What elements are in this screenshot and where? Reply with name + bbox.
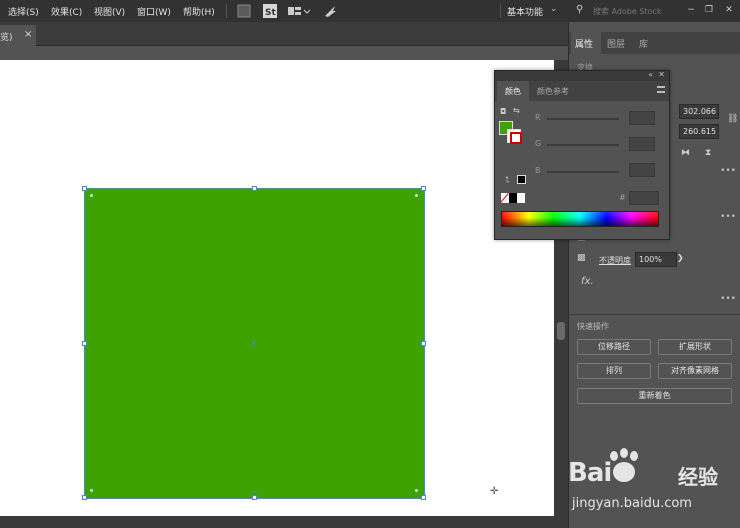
- resize-handle[interactable]: [82, 341, 87, 346]
- color-panel-tabs: 颜色 颜色参考: [495, 81, 669, 101]
- document-tab-bar: 览) ×: [0, 22, 568, 46]
- tab-color-guide[interactable]: 颜色参考: [537, 86, 569, 97]
- menu-separator: [226, 4, 227, 18]
- close-icon[interactable]: ×: [24, 29, 32, 40]
- resize-handle[interactable]: [252, 186, 257, 191]
- tab-color[interactable]: 颜色: [505, 86, 521, 97]
- menu-effect[interactable]: 效果(C): [51, 5, 82, 18]
- more-options-icon[interactable]: •••: [720, 166, 736, 176]
- hex-label: #: [619, 193, 626, 202]
- hex-field[interactable]: [629, 191, 659, 205]
- recolor-button[interactable]: 重新着色: [577, 388, 732, 404]
- default-colors-icon[interactable]: ◘: [500, 107, 506, 116]
- flip-horizontal-icon[interactable]: ⧓: [681, 148, 690, 158]
- status-bar: [0, 516, 568, 528]
- quick-actions-label: 快速操作: [577, 322, 609, 331]
- tab-libraries[interactable]: 库: [639, 37, 648, 50]
- minimize-icon[interactable]: −: [684, 4, 698, 17]
- green-slider[interactable]: [547, 144, 619, 146]
- more-options-icon[interactable]: •••: [720, 294, 736, 304]
- chevron-right-icon[interactable]: ❯: [677, 253, 684, 262]
- resize-handle[interactable]: [421, 186, 426, 191]
- flip-vertical-icon[interactable]: ⧗: [705, 148, 711, 158]
- color-panel-titlebar[interactable]: « ✕: [495, 70, 669, 81]
- divider: [569, 314, 740, 315]
- offset-path-button[interactable]: 位移路径: [577, 339, 651, 355]
- resize-handle[interactable]: [82, 186, 87, 191]
- color-panel[interactable]: « ✕ 颜色 颜色参考 ◘ ⇆ R G B ⮤ #: [494, 70, 670, 240]
- fx-button[interactable]: fx.: [581, 276, 594, 287]
- svg-text:St: St: [265, 8, 276, 18]
- resize-handle[interactable]: [421, 495, 426, 500]
- channel-label-g: G: [535, 139, 542, 148]
- resize-handle[interactable]: [82, 495, 87, 500]
- arrange-documents-icon[interactable]: [287, 3, 311, 19]
- black-swatch[interactable]: [509, 193, 517, 203]
- menu-bar: 选择(S) 效果(C) 视图(V) 窗口(W) 帮助(H) St 基本功能 ⌄ …: [0, 0, 740, 22]
- workspace-switcher[interactable]: 基本功能: [507, 5, 543, 18]
- red-value-field[interactable]: [629, 111, 655, 125]
- green-value-field[interactable]: [629, 137, 655, 151]
- crosshair-cursor-icon: ✛: [490, 486, 499, 497]
- close-icon[interactable]: ✕: [658, 70, 665, 79]
- bridge-icon[interactable]: [236, 3, 252, 19]
- channel-label-r: R: [535, 113, 541, 122]
- stock-search-input[interactable]: [593, 4, 673, 18]
- link-icon[interactable]: ⛓: [727, 114, 738, 124]
- menu-select[interactable]: 选择(S): [8, 5, 39, 18]
- black-swatch-small[interactable]: [517, 175, 526, 184]
- stroke-swatch[interactable]: [507, 129, 522, 144]
- opacity-label[interactable]: 不透明度: [599, 255, 631, 266]
- tab-layers[interactable]: 图层: [607, 37, 625, 50]
- chevron-down-icon[interactable]: ⌄: [550, 4, 558, 14]
- arrange-button[interactable]: 排列: [577, 363, 651, 379]
- opacity-icon: ▩: [577, 253, 586, 263]
- panel-menu-icon[interactable]: [657, 86, 665, 93]
- stock-icon[interactable]: St: [262, 3, 278, 19]
- collapse-icon[interactable]: «: [648, 70, 653, 79]
- none-swatch[interactable]: [501, 193, 509, 203]
- corner-widget[interactable]: [90, 194, 93, 197]
- opacity-field[interactable]: 100%: [635, 252, 677, 267]
- watermark-jingyan: 经验: [678, 465, 718, 489]
- tab-properties[interactable]: 属性: [575, 37, 593, 50]
- close-icon[interactable]: ✕: [722, 4, 736, 17]
- out-of-gamut-icon[interactable]: ⮤: [505, 175, 510, 185]
- stock-search[interactable]: ⚲: [573, 3, 677, 19]
- properties-panel-tabs: 属性 图层 库: [569, 32, 740, 54]
- watermark-brand: Bai: [568, 458, 612, 488]
- corner-widget[interactable]: [415, 489, 418, 492]
- baidu-jingyan-watermark: Bai 经验 jingyan.baidu.com: [566, 448, 736, 522]
- resize-handle[interactable]: [421, 341, 426, 346]
- blue-slider[interactable]: [547, 171, 619, 173]
- y-field[interactable]: 260.615: [679, 124, 719, 139]
- red-slider[interactable]: [547, 118, 619, 120]
- search-icon: ⚲: [576, 4, 584, 15]
- restore-icon[interactable]: ❐: [702, 4, 716, 17]
- center-point: [252, 342, 255, 345]
- white-swatch[interactable]: [517, 193, 525, 203]
- x-field[interactable]: 302.066: [679, 104, 719, 119]
- menu-separator: [500, 4, 501, 18]
- corner-widget[interactable]: [415, 194, 418, 197]
- align-pixel-grid-button[interactable]: 对齐像素网格: [658, 363, 732, 379]
- canvas-area[interactable]: ✛: [0, 46, 568, 518]
- channel-label-b: B: [535, 166, 541, 175]
- blue-value-field[interactable]: [629, 163, 655, 177]
- artboard[interactable]: [0, 60, 554, 516]
- color-spectrum[interactable]: [501, 211, 659, 227]
- menu-help[interactable]: 帮助(H): [183, 5, 215, 18]
- more-options-icon[interactable]: •••: [720, 212, 736, 222]
- menu-window[interactable]: 窗口(W): [137, 5, 171, 18]
- resize-handle[interactable]: [252, 495, 257, 500]
- document-tab[interactable]: 览) ×: [0, 25, 36, 46]
- swap-colors-icon[interactable]: ⇆: [513, 106, 520, 115]
- expand-shape-button[interactable]: 扩展形状: [658, 339, 732, 355]
- menu-view[interactable]: 视图(V): [94, 5, 125, 18]
- document-tab-title: 览): [0, 33, 13, 43]
- watermark-url: jingyan.baidu.com: [572, 496, 692, 511]
- corner-widget[interactable]: [90, 489, 93, 492]
- gpu-performance-icon[interactable]: [322, 3, 338, 19]
- scrollbar-thumb[interactable]: [557, 322, 565, 340]
